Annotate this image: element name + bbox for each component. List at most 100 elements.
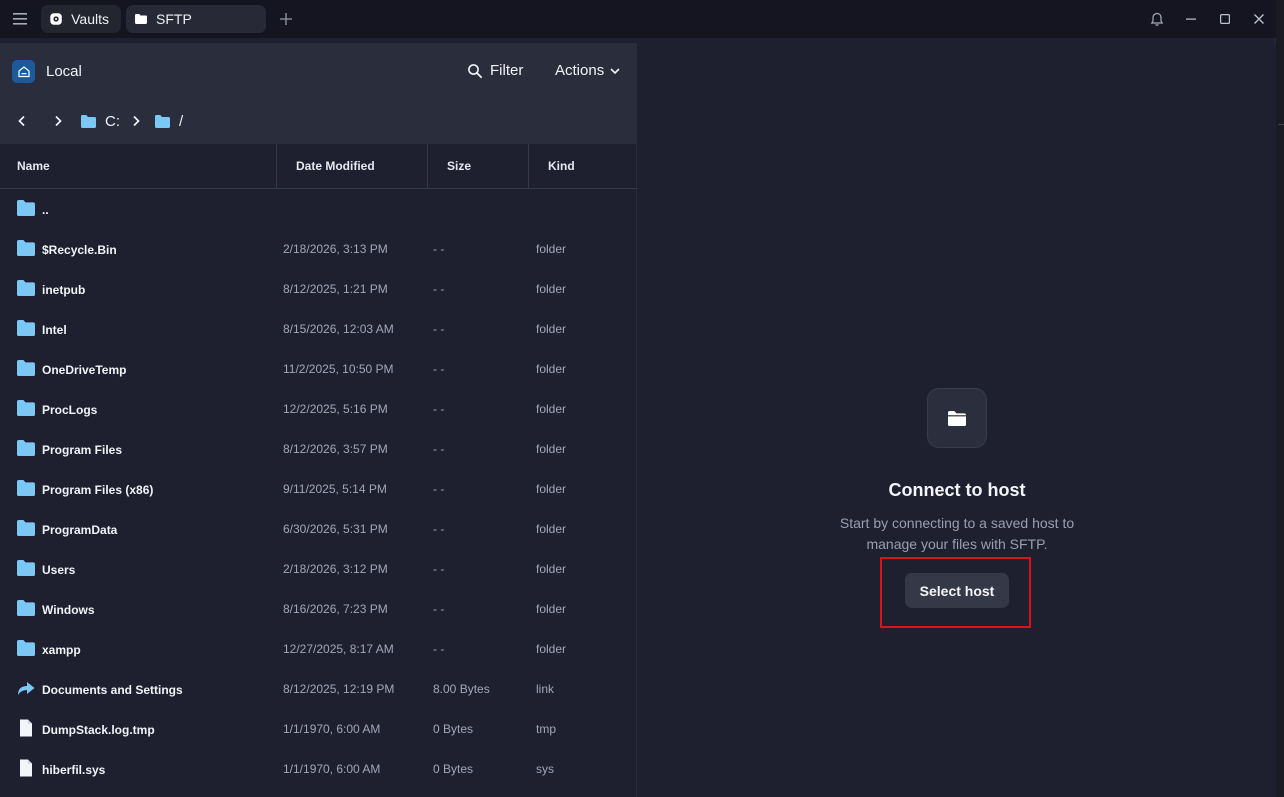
file-size: 0 Bytes	[433, 722, 474, 736]
minimize-button[interactable]	[1174, 0, 1208, 38]
date-modified: 12/2/2025, 5:16 PM	[283, 402, 388, 416]
empty-state-icon	[927, 388, 987, 448]
table-row[interactable]: inetpub 8/12/2025, 1:21 PM - - folder	[0, 269, 637, 309]
table-row[interactable]: Documents and Settings 8/12/2025, 12:19 P…	[0, 669, 637, 709]
folder-icon	[16, 199, 36, 217]
folder-icon	[16, 359, 36, 377]
column-name[interactable]: Name	[17, 144, 272, 188]
folder-icon	[16, 639, 36, 657]
select-host-button[interactable]: Select host	[905, 573, 1009, 608]
date-modified: 8/12/2025, 1:21 PM	[283, 282, 388, 296]
table-row[interactable]: DumpStack.log.tmp 1/1/1970, 6:00 AM 0 Byte…	[0, 709, 637, 749]
file-name: ProgramData	[42, 523, 118, 537]
actions-label: Actions	[555, 62, 605, 79]
file-name: ProcLogs	[42, 403, 98, 417]
file-kind: folder	[536, 442, 567, 456]
table-row[interactable]: ..	[0, 189, 637, 229]
file-kind: folder	[536, 602, 567, 616]
date-modified: 8/15/2026, 12:03 AM	[283, 322, 394, 336]
file-name: OneDriveTemp	[42, 363, 127, 377]
new-tab-button[interactable]	[266, 0, 306, 38]
table-row[interactable]: $Recycle.Bin 2/18/2026, 3:13 PM - - folder	[0, 229, 637, 269]
table-row[interactable]: ProgramData 6/30/2026, 5:31 PM - - folder	[0, 509, 637, 549]
file-kind: sys	[536, 762, 554, 776]
breadcrumb-drive[interactable]: C:	[80, 113, 120, 130]
file-name: Windows	[42, 603, 95, 617]
filter-button[interactable]: Filter	[467, 62, 523, 79]
vault-icon	[50, 13, 62, 25]
file-size: - -	[433, 442, 445, 456]
folder-icon	[155, 114, 170, 128]
file-kind: link	[536, 682, 555, 696]
file-size: - -	[433, 322, 445, 336]
chevron-right-icon	[55, 115, 62, 127]
file-name: ..	[42, 203, 49, 217]
file-name: Intel	[42, 323, 67, 337]
table-row[interactable]: xampp 12/27/2025, 8:17 AM - - folder	[0, 629, 637, 669]
table-row[interactable]: Intel 8/15/2026, 12:03 AM - - folder	[0, 309, 637, 349]
folder-icon	[135, 14, 147, 24]
back-button[interactable]	[12, 111, 32, 131]
table-row[interactable]: hiberfil.sys 1/1/1970, 6:00 AM 0 Bytes sys	[0, 749, 637, 789]
tab-label: SFTP	[156, 11, 192, 27]
file-kind: folder	[536, 482, 567, 496]
empty-state-title: Connect to host	[888, 480, 1026, 500]
column-date-modified[interactable]: Date Modified	[296, 144, 424, 188]
actions-menu-button[interactable]: Actions	[555, 62, 621, 79]
tab-sftp[interactable]: SFTP	[126, 5, 266, 33]
hamburger-icon	[13, 13, 27, 25]
empty-state-description: Start by connecting to a saved host to m…	[839, 515, 1075, 552]
file-size: - -	[433, 362, 445, 376]
column-size[interactable]: Size	[447, 144, 525, 188]
breadcrumb-separator	[126, 111, 146, 131]
close-icon	[1254, 14, 1264, 24]
file-icon	[16, 719, 36, 737]
column-resizer[interactable]	[427, 144, 428, 188]
date-modified: 8/16/2026, 7:23 PM	[283, 602, 388, 616]
table-row[interactable]: Windows 8/16/2026, 7:23 PM - - folder	[0, 589, 637, 629]
table-row[interactable]: ProcLogs 12/2/2025, 5:16 PM - - folder	[0, 389, 637, 429]
tab-vaults[interactable]: Vaults	[41, 5, 121, 33]
table-row[interactable]: OneDriveTemp 11/2/2025, 10:50 PM - - folder	[0, 349, 637, 389]
menu-button[interactable]	[0, 0, 40, 38]
breadcrumb-root[interactable]: /	[154, 113, 183, 130]
maximize-icon	[1220, 14, 1231, 25]
file-kind: folder	[536, 522, 567, 536]
date-modified: 2/18/2026, 3:13 PM	[283, 242, 388, 256]
file-size: 8.00 Bytes	[433, 682, 490, 696]
breadcrumb: C: /	[12, 111, 183, 131]
table-row[interactable]: Users 2/18/2026, 3:12 PM - - folder	[0, 549, 637, 589]
file-icon	[16, 759, 36, 777]
folder-icon	[16, 399, 36, 417]
close-button[interactable]	[1242, 0, 1276, 38]
file-name: inetpub	[42, 283, 86, 297]
column-resizer[interactable]	[528, 144, 529, 188]
app-window: Vaults SFTP Local Filter Actions C: / Na…	[0, 0, 1276, 797]
remote-panel: Connect to host Start by connecting to a…	[638, 43, 1276, 797]
folder-icon	[16, 599, 36, 617]
table-row[interactable]: Program Files 8/12/2026, 3:57 PM - - folder	[0, 429, 637, 469]
date-modified: 2/18/2026, 3:12 PM	[283, 562, 388, 576]
table-header: Name Date Modified Size Kind	[0, 144, 637, 189]
file-name: Program Files (x86)	[42, 483, 154, 497]
date-modified: 11/2/2025, 10:50 PM	[283, 362, 394, 376]
date-modified: 8/12/2026, 3:57 PM	[283, 442, 388, 456]
file-size: - -	[433, 642, 445, 656]
table-row[interactable]: Program Files (x86) 9/11/2025, 5:14 PM - -…	[0, 469, 637, 509]
column-kind[interactable]: Kind	[548, 144, 628, 188]
file-kind: folder	[536, 642, 567, 656]
file-size: - -	[433, 482, 445, 496]
chevron-left-icon	[18, 115, 25, 127]
plus-icon	[280, 13, 292, 25]
forward-button[interactable]	[48, 111, 68, 131]
date-modified: 6/30/2026, 5:31 PM	[283, 522, 388, 536]
breadcrumb-label: C:	[105, 112, 120, 130]
panel-title: Local	[46, 63, 82, 80]
file-name: DumpStack.log.tmp	[42, 723, 155, 737]
file-kind: folder	[536, 562, 567, 576]
column-resizer[interactable]	[276, 144, 277, 188]
maximize-button[interactable]	[1208, 0, 1242, 38]
local-drive-icon	[12, 60, 35, 83]
shortcut-link-icon	[16, 679, 36, 697]
notifications-button[interactable]	[1140, 0, 1174, 38]
